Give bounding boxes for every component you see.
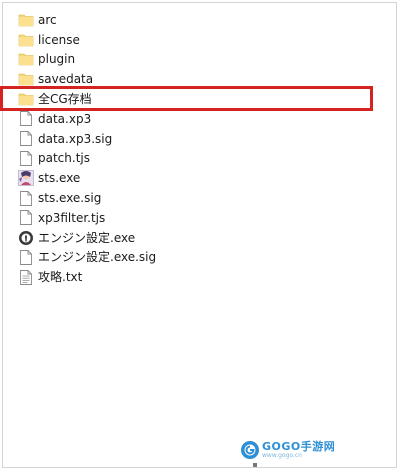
watermark-title: GOGO手游网 bbox=[262, 440, 336, 453]
file-name: license bbox=[38, 32, 80, 47]
document-icon bbox=[18, 131, 34, 147]
file-row-xp3filter-tjs[interactable]: xp3filter.tjs bbox=[18, 208, 358, 228]
file-row-engine-settings-exe-sig[interactable]: エンジン設定.exe.sig bbox=[18, 248, 358, 268]
file-name: savedata bbox=[38, 72, 94, 87]
folder-icon bbox=[18, 32, 34, 48]
file-row-plugin[interactable]: plugin bbox=[18, 50, 358, 70]
file-row-sts-exe[interactable]: sts.exe bbox=[18, 168, 358, 188]
file-name: sts.exe bbox=[38, 171, 81, 186]
document-icon bbox=[18, 150, 34, 166]
file-row-data-xp3-sig[interactable]: data.xp3.sig bbox=[18, 129, 358, 149]
folder-icon bbox=[18, 91, 34, 107]
app-icon bbox=[18, 170, 34, 187]
file-name: data.xp3.sig bbox=[38, 131, 113, 146]
folder-icon bbox=[18, 51, 34, 67]
settings-exe-icon bbox=[18, 230, 34, 246]
file-name: plugin bbox=[38, 52, 76, 67]
file-name: 攻略.txt bbox=[38, 270, 83, 285]
resize-grip[interactable] bbox=[253, 463, 257, 467]
file-name: エンジン設定.exe.sig bbox=[38, 250, 157, 265]
file-row-license[interactable]: license bbox=[18, 30, 358, 50]
file-name: sts.exe.sig bbox=[38, 191, 102, 206]
folder-icon bbox=[18, 12, 34, 28]
watermark-url: www.gogo.cn bbox=[262, 452, 302, 459]
file-list: arc license plugin savedata 全CG存档 data.x… bbox=[18, 10, 358, 287]
file-row-data-xp3[interactable]: data.xp3 bbox=[18, 109, 358, 129]
file-name: patch.tjs bbox=[38, 151, 90, 166]
file-row-sts-exe-sig[interactable]: sts.exe.sig bbox=[18, 188, 358, 208]
file-name: xp3filter.tjs bbox=[38, 210, 106, 225]
document-icon bbox=[18, 190, 34, 206]
file-name: エンジン設定.exe bbox=[38, 230, 136, 245]
file-name: 全CG存档 bbox=[38, 92, 92, 107]
folder-icon bbox=[18, 71, 34, 87]
file-row-engine-settings-exe[interactable]: エンジン設定.exe bbox=[18, 228, 358, 248]
file-name: arc bbox=[38, 12, 57, 27]
file-name: data.xp3 bbox=[38, 111, 92, 126]
file-row-savedata[interactable]: savedata bbox=[18, 69, 358, 89]
watermark-text: GOGO手游网 www.gogo.cn bbox=[262, 441, 335, 459]
gogo-logo-icon bbox=[240, 440, 260, 460]
document-icon bbox=[18, 111, 34, 127]
text-file-icon bbox=[18, 269, 34, 285]
document-icon bbox=[18, 249, 34, 265]
file-row-all-cg-save[interactable]: 全CG存档 bbox=[18, 89, 358, 109]
watermark: GOGO手游网 www.gogo.cn bbox=[240, 440, 335, 460]
document-icon bbox=[18, 210, 34, 226]
file-row-arc[interactable]: arc bbox=[18, 10, 358, 30]
file-row-patch-tjs[interactable]: patch.tjs bbox=[18, 149, 358, 169]
file-row-guide-txt[interactable]: 攻略.txt bbox=[18, 267, 358, 287]
